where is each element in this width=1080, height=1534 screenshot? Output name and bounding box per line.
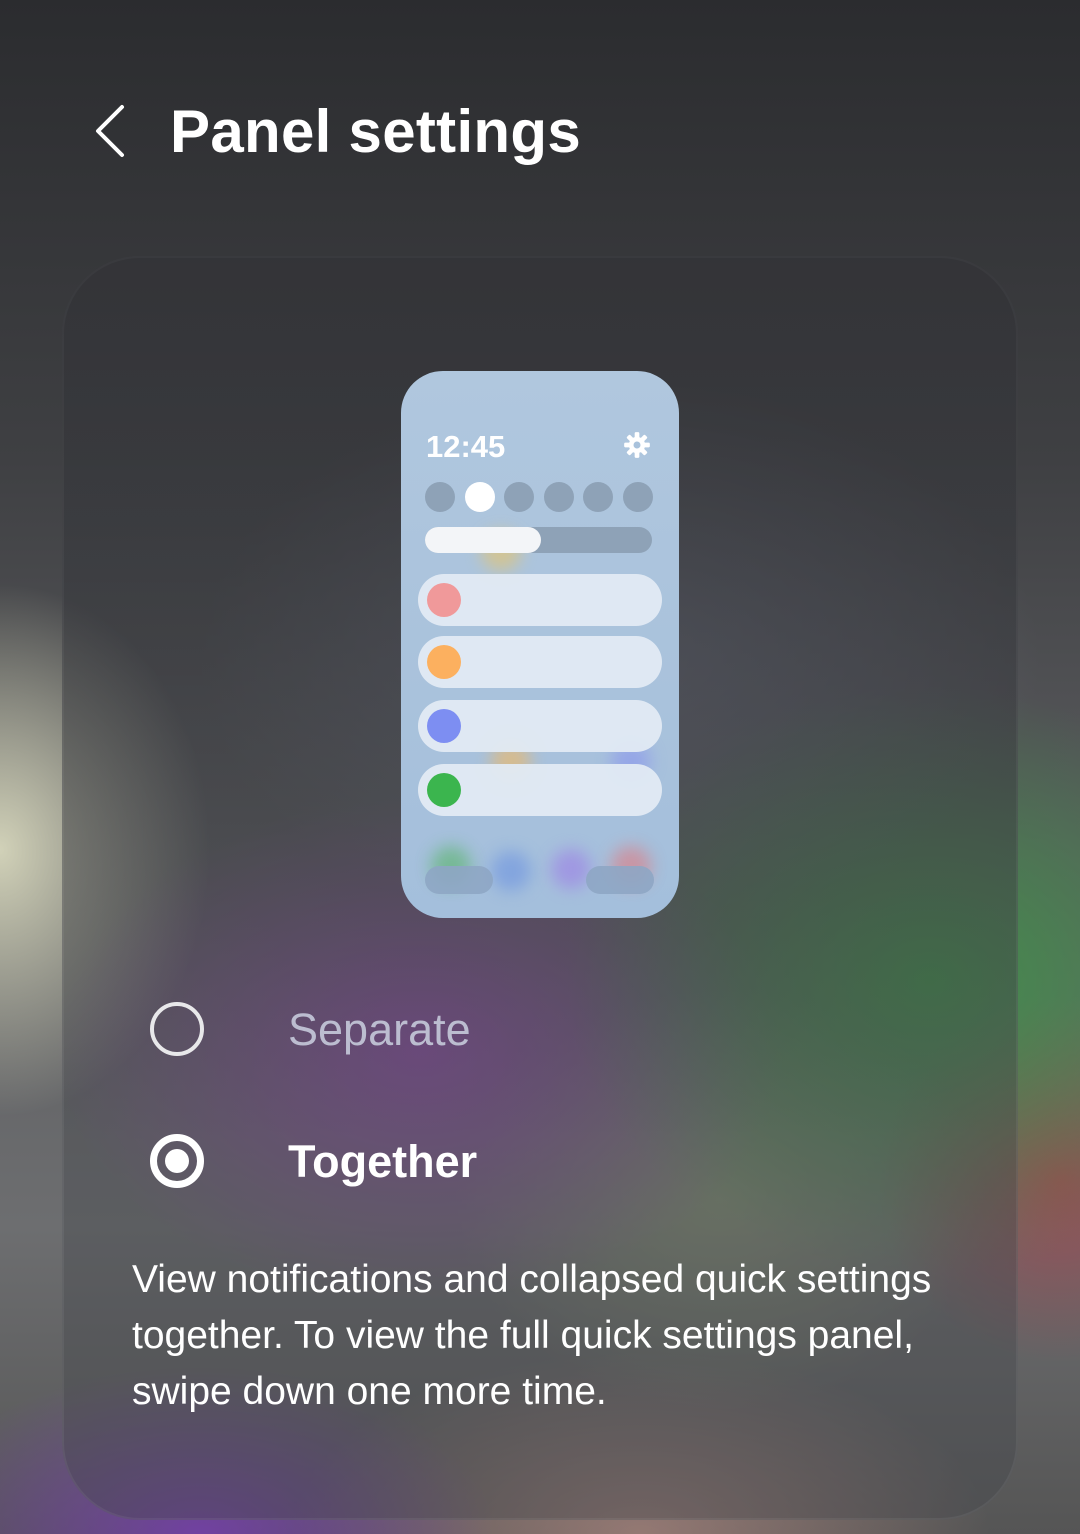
notification-app-icon (427, 583, 461, 617)
preview-bottom-pill (586, 866, 654, 894)
app-bar: Panel settings (0, 0, 1080, 260)
quick-toggle-dot-active (465, 482, 495, 512)
quick-toggle-dot (544, 482, 574, 512)
preview-clock: 12:45 (426, 429, 506, 464)
notification-row (418, 700, 662, 752)
option-together[interactable]: Together (142, 1118, 942, 1208)
notification-app-icon (427, 773, 461, 807)
quick-toggle-dot (583, 482, 613, 512)
option-separate[interactable]: Separate (142, 986, 942, 1076)
option-together-label: Together (288, 1136, 478, 1187)
quick-toggle-dot (504, 482, 534, 512)
notification-row (418, 764, 662, 816)
option-separate-label: Separate (288, 1004, 471, 1055)
brightness-slider (425, 527, 652, 553)
blur-decoration (551, 849, 591, 889)
notification-row (418, 574, 662, 626)
back-button[interactable] (78, 96, 142, 166)
settings-card: 12:45 Separate Together View notificatio… (62, 256, 1018, 1520)
notification-row (418, 636, 662, 688)
radio-separate[interactable] (150, 1002, 204, 1056)
quick-toggle-dot (425, 482, 455, 512)
option-description: View notifications and collapsed quick s… (132, 1258, 932, 1413)
brightness-slider-fill (425, 527, 541, 553)
blur-decoration (491, 851, 531, 891)
quick-toggle-dot (623, 482, 653, 512)
preview-bottom-pill (425, 866, 493, 894)
notification-app-icon (427, 645, 461, 679)
panel-preview-illustration: 12:45 (401, 371, 679, 918)
gear-icon (624, 432, 650, 458)
notification-app-icon (427, 709, 461, 743)
radio-together[interactable] (150, 1134, 204, 1188)
page-title: Panel settings (170, 98, 581, 165)
chevron-left-icon (96, 105, 124, 157)
